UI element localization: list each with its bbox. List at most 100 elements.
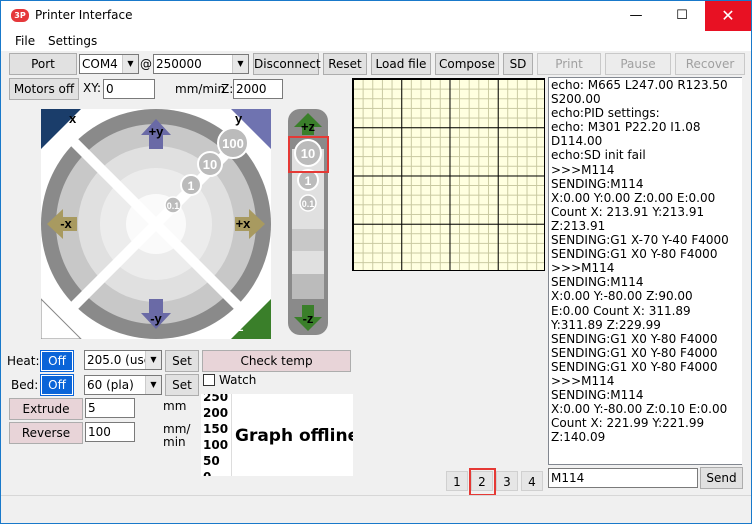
maximize-button[interactable]: ☐ [659, 1, 705, 31]
z-feedrate-input[interactable]: 2000▲▼ [233, 79, 283, 99]
svg-text:0.1: 0.1 [302, 199, 315, 209]
console-line: echo:PID settings: [551, 106, 660, 121]
baud-select[interactable]: 250000 ▼ [153, 54, 249, 74]
tab-1[interactable]: 1 [446, 471, 468, 491]
disconnect-button[interactable]: Disconnect [253, 53, 321, 75]
console-line: Count X: 221.99 Y:221.99 [551, 416, 705, 431]
console-lines: echo: M665 L247.00 R123.50 S200.00 echo:PI… [549, 78, 743, 444]
xy-step-100[interactable]: 100 [217, 127, 249, 159]
home-x-label[interactable]: x [69, 111, 77, 126]
heat-set-button[interactable]: Set [165, 350, 199, 372]
close-button[interactable]: ✕ [705, 1, 751, 31]
at-label: @ [140, 57, 152, 71]
console-line: >>>M114 [551, 373, 615, 388]
extrude-button[interactable]: Extrude [9, 398, 83, 420]
port-button[interactable]: Port [9, 53, 77, 75]
svg-text:1: 1 [305, 174, 312, 188]
heat-select[interactable]: 205.0 (use ▼ [84, 350, 162, 370]
minus-x-label: -x [60, 216, 72, 231]
svg-text:10: 10 [203, 157, 217, 172]
print-button[interactable]: Print [537, 53, 601, 75]
xy-feedrate-input[interactable]: 0▲▼ [103, 79, 155, 99]
port-value: COM4 [82, 57, 118, 71]
speed-units-line1: mm/ [163, 422, 191, 436]
menu-file[interactable]: File [15, 34, 35, 48]
command-input[interactable]: M114 [548, 468, 698, 488]
graph-y-tick: 250 [203, 394, 229, 404]
plus-x-label: +x [236, 216, 252, 231]
minus-z-label: -z [303, 311, 314, 326]
tab-3[interactable]: 3 [496, 471, 518, 491]
recover-button[interactable]: Recover [675, 53, 745, 75]
feedrate-units: mm/min [175, 82, 226, 96]
menu-bar: File Settings [1, 31, 751, 51]
console-line: echo:SD init fail [551, 148, 646, 163]
reverse-button[interactable]: Reverse [9, 422, 83, 444]
pause-button[interactable]: Pause [605, 53, 671, 75]
bed-value: 60 (pla) [87, 378, 134, 392]
svg-text:1: 1 [188, 179, 195, 193]
motors-off-button[interactable]: Motors off [9, 78, 79, 100]
minimize-button[interactable]: — [613, 1, 659, 31]
console-line: X:0.00 Y:-80.00 Z:0.10 E:0.00 [551, 402, 728, 417]
load-file-button[interactable]: Load file [371, 53, 431, 75]
console-line: SENDING:M114 [551, 176, 644, 191]
console-line: echo: M301 P22.20 I1.08 [551, 120, 701, 135]
graph-y-tick: 0 [203, 470, 211, 476]
extrude-speed-value: 100 [88, 425, 111, 439]
reset-button[interactable]: Reset [323, 53, 367, 75]
console-line: Z:213.91 [551, 218, 606, 233]
compose-button[interactable]: Compose [435, 53, 499, 75]
app-window: 3P Printer Interface — ☐ ✕ File Settings… [0, 0, 752, 524]
menu-settings[interactable]: Settings [48, 34, 97, 48]
console-line: E:0.00 Count X: 311.89 [551, 303, 691, 318]
console-line: echo: M665 L247.00 R123.50 [551, 78, 728, 92]
command-value: M114 [551, 471, 585, 485]
extrude-speed-input[interactable]: 100▲▼ [85, 422, 135, 442]
plus-y-label: +y [149, 124, 165, 139]
xy-jog-pad[interactable]: +y -y -x +x x y z 100 10 1 0.1 [41, 109, 271, 339]
xy-label: XY: [83, 81, 101, 95]
build-plate-grid[interactable] [352, 78, 545, 271]
z-step-01[interactable]: 0.1 [299, 194, 317, 212]
temperature-graph: 250 200 150 100 50 0 Graph offline [201, 394, 353, 476]
check-temp-button[interactable]: Check temp [202, 350, 351, 372]
xy-step-01[interactable]: 0.1 [164, 196, 182, 214]
chevron-down-icon: ▼ [232, 55, 248, 73]
sd-button[interactable]: SD [503, 53, 533, 75]
graph-y-tick: 150 [203, 422, 229, 436]
send-button[interactable]: Send [700, 467, 743, 489]
home-y-label[interactable]: y [235, 111, 243, 126]
console-scrollbar[interactable] [742, 77, 751, 465]
console-line: >>>M114 [551, 162, 615, 177]
bed-select[interactable]: 60 (pla) ▼ [84, 375, 162, 395]
console-line: SENDING:M114 [551, 388, 644, 403]
port-select[interactable]: COM4 ▼ [79, 54, 139, 74]
heat-toggle[interactable]: Off [40, 350, 74, 372]
bed-set-button[interactable]: Set [165, 374, 199, 396]
xy-step-1[interactable]: 1 [180, 174, 202, 196]
svg-text:100: 100 [222, 136, 244, 151]
watch-checkbox[interactable] [203, 374, 215, 386]
xy-feedrate-value: 0 [106, 82, 114, 96]
printer-app-icon: 3P [11, 9, 29, 22]
chevron-down-icon: ▼ [122, 55, 138, 73]
extrude-length-input[interactable]: 5▲▼ [85, 398, 135, 418]
bed-label: Bed: [11, 378, 39, 392]
console-log[interactable]: echo: M665 L247.00 R123.50 S200.00 echo:PI… [548, 77, 744, 465]
plus-z-label: +z [301, 119, 316, 134]
xy-step-10[interactable]: 10 [197, 151, 223, 177]
console-line: X:0.00 Y:0.00 Z:0.00 E:0.00 [551, 190, 716, 205]
tab-4[interactable]: 4 [521, 471, 543, 491]
z-step-1[interactable]: 1 [297, 169, 319, 191]
console-line: Count X: 213.91 Y:213.91 [551, 204, 705, 219]
console-line: D114.00 [551, 134, 603, 149]
heat-label: Heat: [7, 354, 40, 368]
bed-toggle[interactable]: Off [40, 374, 74, 396]
console-line: SENDING:G1 X0 Y-80 F4000 [551, 247, 718, 262]
home-z-label[interactable]: z [237, 319, 244, 334]
graph-y-tick: 100 [203, 438, 229, 452]
chevron-down-icon: ▼ [145, 376, 161, 394]
console-line: S200.00 [551, 92, 601, 107]
watch-label: Watch [219, 373, 257, 387]
